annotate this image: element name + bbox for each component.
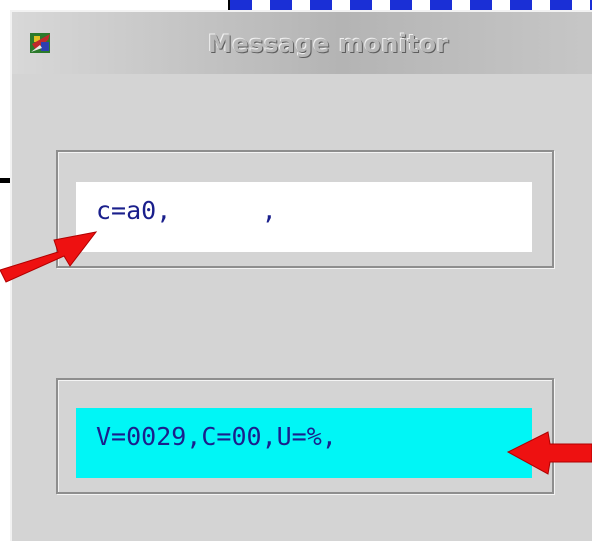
bottom-message-value: V=0029,C=00,U=%, bbox=[96, 422, 337, 451]
top-message-value: c=a0, , bbox=[96, 196, 277, 225]
bottom-message-field[interactable]: V=0029,C=00,U=%, bbox=[76, 408, 532, 478]
top-message-field[interactable]: c=a0, , bbox=[76, 182, 532, 252]
title-bar[interactable]: Message monitor bbox=[12, 12, 592, 74]
window-title: Message monitor bbox=[208, 30, 449, 58]
app-icon[interactable] bbox=[28, 30, 54, 56]
arrow-icon bbox=[506, 431, 592, 475]
screenshot-stage: Message monitor c=a0, , V=0029,C=00,U=%, bbox=[0, 0, 592, 541]
arrow-icon bbox=[0, 231, 98, 283]
